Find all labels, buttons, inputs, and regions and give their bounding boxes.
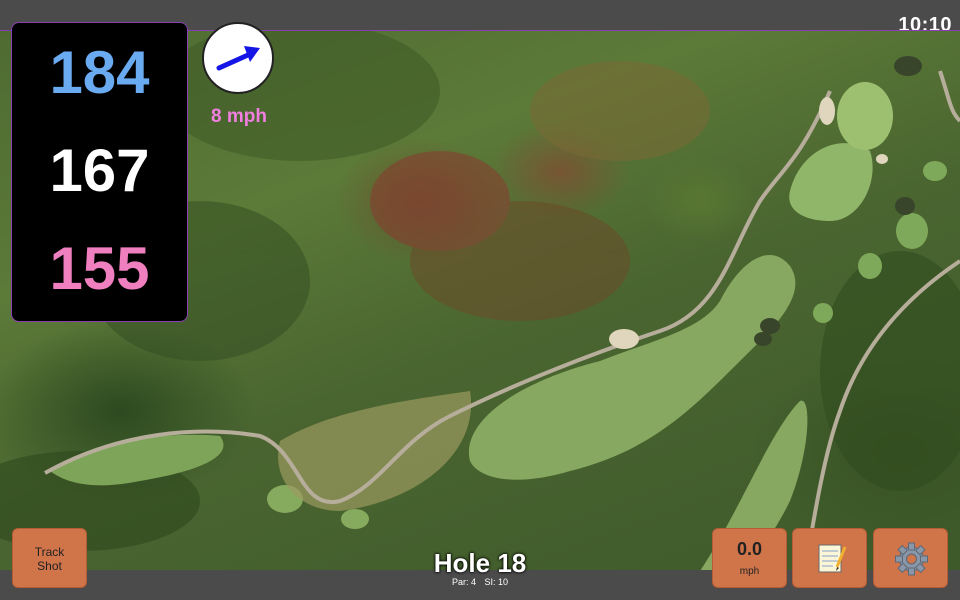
wind-arrow-icon: [216, 46, 260, 71]
track-shot-button[interactable]: Track Shot: [12, 528, 87, 588]
track-shot-label-line1: Track: [34, 545, 65, 559]
wind-direction-indicator: [202, 22, 274, 94]
track-shot-label-line2: Shot: [37, 559, 62, 573]
notes-button[interactable]: [792, 528, 867, 588]
hole-title: Hole 18: [433, 548, 527, 578]
settings-button[interactable]: [873, 528, 948, 588]
wind-speed: 8 mph: [211, 106, 267, 127]
speed-button[interactable]: 0.0 mph: [712, 528, 787, 588]
notepad-icon: [818, 544, 847, 573]
distance-back: 184: [49, 39, 150, 106]
distance-middle: 167: [49, 137, 150, 204]
distance-front: 155: [49, 235, 150, 302]
speed-value: 0.0: [736, 539, 763, 559]
speed-unit: mph: [739, 566, 760, 577]
gear-icon: [895, 542, 928, 576]
distance-panel: 184 167 155: [11, 22, 188, 322]
hole-meta: Par: 4 SI: 10: [380, 577, 580, 587]
hole-stroke-index: SI: 10: [484, 577, 509, 587]
hole-par: Par: 4: [451, 577, 476, 587]
